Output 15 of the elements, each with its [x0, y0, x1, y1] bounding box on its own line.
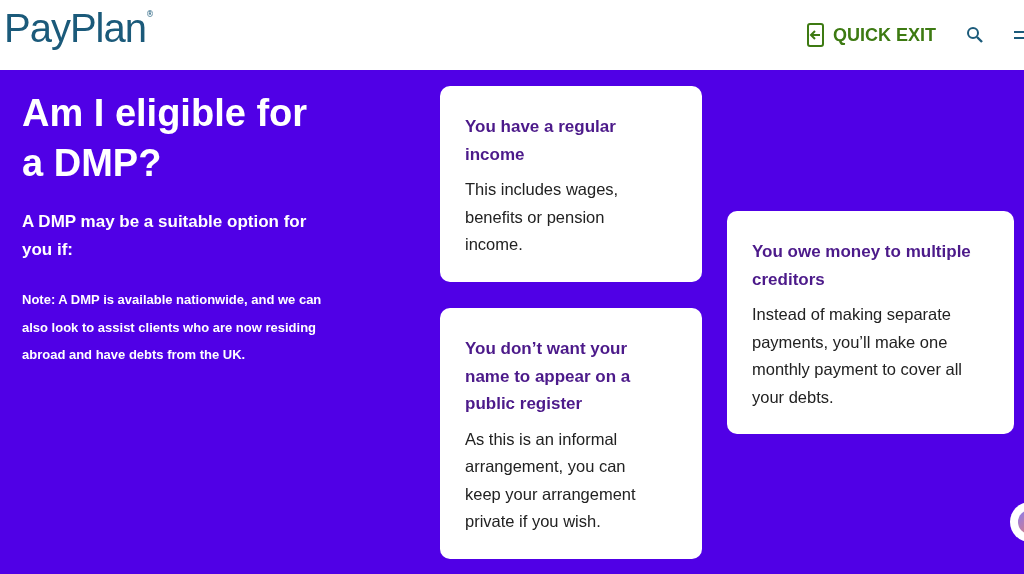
card-title: You owe money to multiple creditors [752, 241, 972, 291]
search-icon[interactable] [966, 26, 984, 44]
exit-door-icon [807, 23, 825, 47]
card-text: As this is an informal arrangement, you can keep your arrangement private if you wish. [465, 428, 637, 532]
card-title: You have a regular income [465, 116, 617, 166]
card-text: This includes wages, benefits or pension income. [465, 179, 620, 255]
card-title: You don’t want your name to appear on a public register [465, 338, 632, 415]
subtitle: A DMP may be a suitable option for you if: [22, 211, 308, 261]
page-heading: Am I eligible for a DMP? [22, 91, 309, 186]
registered-mark: ® [146, 9, 154, 19]
card-text: Instead of making separate payments, you’ll make one monthly payment to cover all your debts. [752, 304, 963, 408]
logo[interactable]: PayPlan [4, 5, 146, 51]
note-text: Note: A DMP is available nationwide, and we can also look to assist clients who are now residing abroad and have debts from the UK. [22, 291, 323, 364]
quick-exit-link[interactable]: QUICK EXIT [807, 23, 936, 47]
menu-icon[interactable] [1014, 29, 1024, 41]
